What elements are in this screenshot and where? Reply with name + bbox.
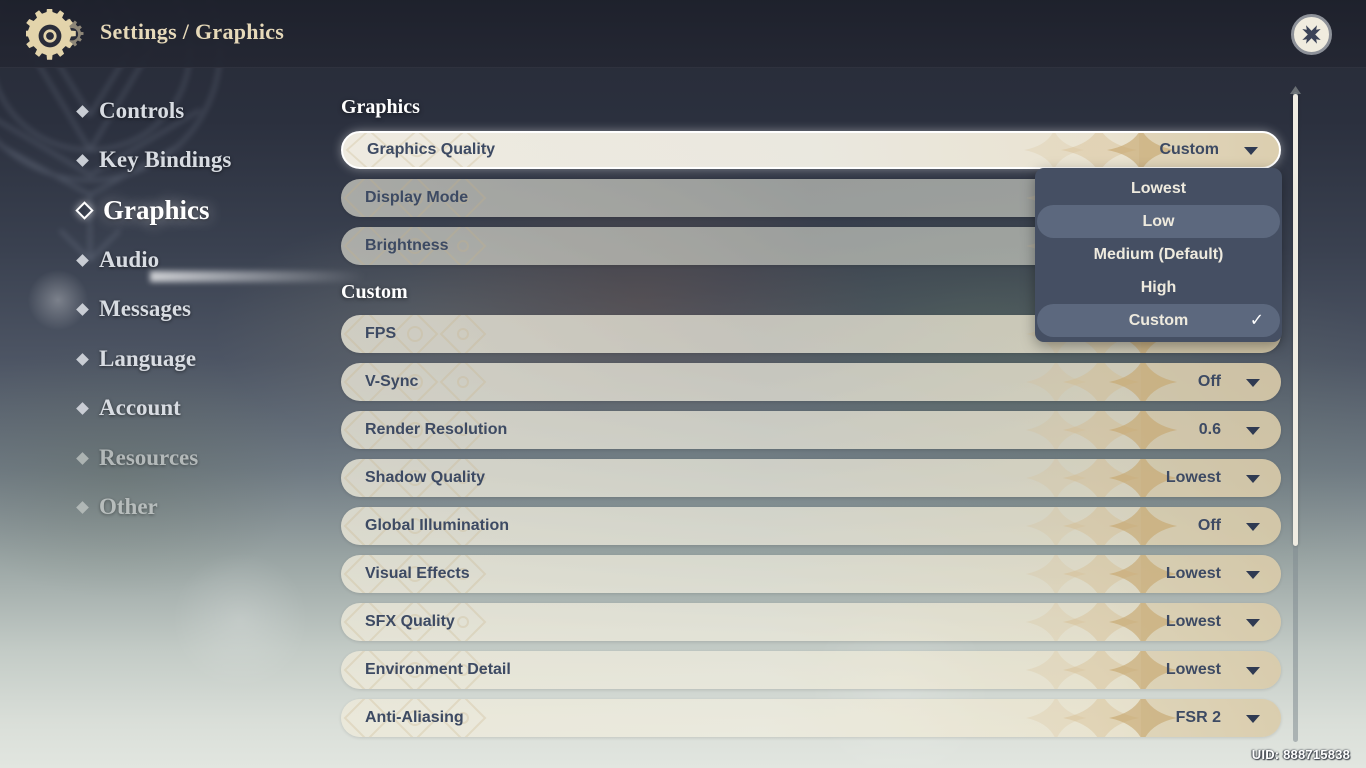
setting-row-value: Lowest	[1165, 469, 1221, 486]
section-title-graphics: Graphics	[341, 96, 420, 118]
settings-sidebar: Controls Key Bindings Graphics Audio Message…	[0, 68, 365, 768]
sparkle-decoration-icon	[1026, 555, 1281, 593]
sidebar-item-audio[interactable]: Audio	[76, 247, 160, 273]
setting-row-value: Custom	[1159, 141, 1219, 158]
setting-row-label: SFX Quality	[365, 613, 455, 630]
chevron-down-icon[interactable]	[1246, 667, 1260, 675]
setting-row-value: Lowest	[1165, 613, 1221, 630]
chevron-down-icon[interactable]	[1246, 571, 1260, 579]
setting-row-label: Display Mode	[365, 189, 469, 206]
setting-row-label: Anti-Aliasing	[365, 709, 464, 726]
sidebar-item-controls[interactable]: Controls	[76, 98, 185, 124]
setting-row-anti-aliasing[interactable]: Anti-Aliasing FSR 2	[341, 699, 1281, 737]
sidebar-item-label: Audio	[99, 247, 160, 272]
dropdown-option-lowest[interactable]: Lowest	[1037, 172, 1280, 205]
sidebar-item-label: Resources	[99, 445, 199, 470]
setting-row-sfx-quality[interactable]: SFX Quality Lowest	[341, 603, 1281, 641]
setting-row-visual-effects[interactable]: Visual Effects Lowest	[341, 555, 1281, 593]
setting-row-label: Brightness	[365, 237, 449, 254]
scrollbar-thumb[interactable]	[1293, 94, 1298, 546]
sparkle-decoration-icon	[1026, 507, 1281, 545]
chevron-down-icon[interactable]	[1246, 715, 1260, 723]
sparkle-decoration-icon	[1026, 363, 1281, 401]
sparkle-decoration-icon	[1026, 699, 1281, 737]
sparkle-decoration-icon	[1026, 603, 1281, 641]
dropdown-option-high[interactable]: High	[1037, 271, 1280, 304]
diamond-bullet-icon	[76, 153, 89, 167]
sidebar-item-label: Language	[99, 346, 197, 371]
page-title: Settings / Graphics	[100, 19, 285, 44]
sidebar-item-label: Messages	[99, 296, 191, 321]
chevron-down-icon[interactable]	[1246, 379, 1260, 387]
sparkle-decoration-icon	[1026, 459, 1281, 497]
setting-row-label: Graphics Quality	[367, 141, 496, 158]
dropdown-option-custom[interactable]: Custom ✓	[1037, 304, 1280, 337]
chevron-down-icon[interactable]	[1246, 619, 1260, 627]
chevron-down-icon[interactable]	[1246, 475, 1260, 483]
setting-row-value: Off	[1197, 517, 1221, 534]
sidebar-item-language[interactable]: Language	[76, 346, 197, 372]
sidebar-item-resources[interactable]: Resources	[76, 445, 199, 471]
setting-row-label: Render Resolution	[365, 421, 508, 438]
setting-row-label: FPS	[365, 325, 397, 342]
chevron-down-icon[interactable]	[1246, 427, 1260, 435]
setting-row-environment-detail[interactable]: Environment Detail Lowest	[341, 651, 1281, 689]
setting-row-value: Lowest	[1165, 565, 1221, 582]
setting-row-render-resolution[interactable]: Render Resolution 0.6	[341, 411, 1281, 449]
settings-header-bar: Settings / Graphics	[0, 0, 1366, 68]
sparkle-decoration-icon	[1024, 133, 1279, 167]
setting-row-label: V-Sync	[365, 373, 419, 390]
section-title-custom: Custom	[341, 281, 408, 303]
sparkle-decoration-icon	[1026, 651, 1281, 689]
dropdown-option-label: Custom	[1128, 311, 1189, 329]
dropdown-option-label: High	[1140, 278, 1177, 296]
checkmark-icon: ✓	[1249, 310, 1264, 330]
scrollbar-track[interactable]	[1293, 92, 1298, 742]
setting-row-label: Shadow Quality	[365, 469, 486, 486]
dropdown-option-medium-default-[interactable]: Medium (Default)	[1037, 238, 1280, 271]
diamond-bullet-icon	[76, 352, 89, 366]
dropdown-option-label: Medium (Default)	[1093, 245, 1224, 263]
setting-row-label: Visual Effects	[365, 565, 470, 582]
dropdown-option-label: Lowest	[1130, 179, 1187, 197]
setting-row-v-sync[interactable]: V-Sync Off	[341, 363, 1281, 401]
setting-row-label: Environment Detail	[365, 661, 511, 678]
chevron-down-icon[interactable]	[1246, 523, 1260, 531]
setting-row-value: Off	[1197, 373, 1221, 390]
dropdown-option-low[interactable]: Low	[1037, 205, 1280, 238]
diamond-bullet-icon	[76, 253, 89, 267]
diamond-bullet-icon	[76, 500, 89, 514]
setting-row-global-illumination[interactable]: Global Illumination Off	[341, 507, 1281, 545]
sidebar-item-label: Controls	[99, 98, 185, 123]
sidebar-item-key-bindings[interactable]: Key Bindings	[76, 147, 232, 173]
chevron-down-icon[interactable]	[1244, 147, 1258, 155]
setting-row-graphics-quality[interactable]: Graphics Quality Custom	[341, 131, 1281, 169]
setting-row-value: FSR 2	[1175, 709, 1221, 726]
sidebar-item-label: Graphics	[103, 195, 210, 225]
sidebar-item-graphics[interactable]: Graphics	[75, 195, 210, 226]
setting-row-value: 0.6	[1198, 421, 1221, 438]
sidebar-item-other[interactable]: Other	[76, 494, 158, 520]
graphics-quality-dropdown-menu[interactable]: Lowest Low Medium (Default) High Custom ✓	[1035, 168, 1282, 342]
sidebar-item-label: Account	[99, 395, 181, 420]
diamond-bullet-icon	[76, 401, 89, 415]
close-icon[interactable]	[1291, 14, 1332, 55]
dropdown-option-label: Low	[1142, 212, 1175, 230]
active-item-glow	[150, 271, 365, 282]
diamond-bullet-icon	[76, 302, 89, 316]
setting-row-label: Global Illumination	[365, 517, 509, 534]
setting-row-value: Lowest	[1165, 661, 1221, 678]
setting-row-shadow-quality[interactable]: Shadow Quality Lowest	[341, 459, 1281, 497]
sidebar-item-label: Other	[99, 494, 158, 519]
sparkle-decoration-icon	[1026, 411, 1281, 449]
sidebar-item-label: Key Bindings	[99, 147, 232, 172]
diamond-bullet-icon	[76, 104, 89, 118]
diamond-bullet-icon	[75, 201, 94, 220]
sidebar-item-account[interactable]: Account	[76, 395, 181, 421]
diamond-bullet-icon	[76, 451, 89, 465]
uid-label: UID: 888715838	[1251, 747, 1350, 762]
gear-icon	[26, 9, 84, 60]
sidebar-item-messages[interactable]: Messages	[76, 296, 191, 322]
